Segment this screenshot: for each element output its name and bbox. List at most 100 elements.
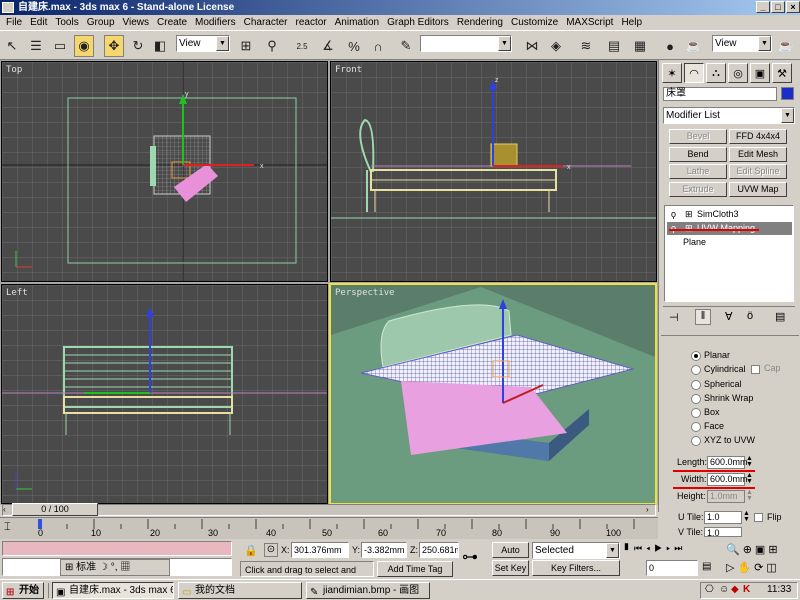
track-bar[interactable]: ⌶ 0 10 20 30 40 50 60 70 80 90 100 [0, 517, 658, 539]
spinner-snap-icon[interactable]: % [344, 35, 364, 57]
zoom-extents-all-icon[interactable]: ⊞ [768, 544, 780, 556]
arc-rotate-icon[interactable]: ⟳ [754, 562, 766, 574]
radio-shrink-wrap[interactable]: Shrink Wrap [691, 392, 753, 404]
menu-views[interactable]: Views [119, 17, 154, 28]
key-selection-dropdown[interactable]: Selected ▼ [532, 542, 620, 559]
absolute-mode-icon[interactable]: ⊙ [264, 543, 278, 557]
remove-modifier-icon[interactable]: ö [747, 310, 753, 322]
utile-field[interactable]: 1.0 [704, 511, 742, 524]
select-move-icon[interactable]: ✥ [104, 35, 124, 57]
menu-tools[interactable]: Tools [51, 17, 82, 28]
current-frame-field[interactable]: 0 [646, 560, 698, 576]
ime-bar[interactable]: ⊞ 标准 ☽ °, ▦ [60, 559, 170, 576]
viewport-left[interactable]: Left [1, 284, 328, 504]
mini-curve-editor-icon[interactable]: ⌶ [4, 521, 11, 534]
maximize-viewport-icon[interactable]: ◫ [766, 562, 779, 574]
prev-key-icon[interactable]: ◂ [646, 543, 654, 553]
viewport-top[interactable]: x y Top [1, 61, 328, 282]
vtile-field[interactable]: 1.0 [704, 527, 742, 537]
menu-edit[interactable]: Edit [26, 17, 51, 28]
schematic-view-icon[interactable]: ▦ [630, 35, 650, 57]
menu-customize[interactable]: Customize [507, 17, 562, 28]
expand-icon[interactable]: ⊞ [685, 208, 693, 221]
zoom-all-icon[interactable]: ⊕ [743, 544, 755, 556]
mirror-icon[interactable]: ⋈ [522, 35, 542, 57]
viewport-label-front[interactable]: Front [335, 65, 362, 75]
uvw-map-button[interactable]: UVW Map [729, 182, 787, 197]
menu-rendering[interactable]: Rendering [453, 17, 507, 28]
x-coord-field[interactable]: 301.376mm [291, 542, 349, 558]
rect-selection-icon[interactable]: ▭ [50, 35, 70, 57]
select-object-icon[interactable]: ↖ [2, 35, 22, 57]
play-icon[interactable]: ▶ [654, 543, 666, 553]
key-icon[interactable]: ⊶ [462, 547, 478, 567]
angle-snap-icon[interactable]: 2.5 [292, 35, 312, 57]
select-link-icon[interactable]: ⚲ [262, 35, 282, 57]
set-key-button[interactable]: Set Key [492, 560, 529, 576]
object-color-swatch[interactable] [781, 87, 794, 100]
set-key-mode-icon[interactable]: ▮ [624, 541, 632, 555]
radio-planar[interactable]: Planar [691, 349, 730, 361]
time-slider-thumb[interactable]: 0 / 100 [12, 503, 98, 516]
zoom-extents-icon[interactable]: ▣ [755, 544, 768, 556]
select-by-name-icon[interactable]: ☰ [26, 35, 46, 57]
time-slider-track[interactable] [2, 504, 656, 516]
tray-icon-2[interactable]: ☺ [719, 584, 729, 595]
menu-maxscript[interactable]: MAXScript [562, 17, 617, 28]
goto-start-icon[interactable]: ⏮ [634, 543, 646, 553]
stack-item-plane[interactable]: Plane [667, 236, 792, 249]
start-button[interactable]: ⊞ 开始 [2, 582, 44, 599]
height-spinner-icon[interactable]: ▲ ▼ [746, 489, 753, 502]
show-end-result-icon[interactable]: ‖ [695, 309, 711, 325]
task-paint[interactable]: ✎ jiandimian.bmp - 画图 [306, 582, 430, 599]
auto-key-button[interactable]: Auto Key [492, 542, 529, 569]
curve-editor-icon[interactable]: ▤ [604, 35, 624, 57]
layer-manager-icon[interactable]: ≋ [576, 35, 596, 57]
tray-icon-1[interactable]: ⎔ [705, 584, 714, 595]
length-field[interactable]: 600.0mm [707, 456, 748, 469]
viewport-front[interactable]: x z Front [330, 61, 657, 282]
object-name-field[interactable]: 床罩 [663, 87, 777, 101]
menu-animation[interactable]: Animation [331, 17, 383, 28]
configure-sets-icon[interactable]: ▤ [775, 310, 785, 323]
pivot-center-icon[interactable]: ⊞ [236, 35, 256, 57]
zoom-icon[interactable]: 🔍 [726, 544, 743, 556]
z-coord-field[interactable]: 250.681m [419, 542, 459, 558]
task-3dsmax[interactable]: ▣自建床.max - 3ds max 6 ... [52, 582, 174, 599]
stack-item-simcloth3[interactable]: ϙ ⊞ SimCloth3 [667, 208, 792, 221]
key-filters-button[interactable]: Key Filters... [532, 560, 620, 576]
height-field[interactable]: 1.0mm [707, 490, 745, 503]
radio-spherical[interactable]: Spherical [691, 378, 742, 390]
pan-icon[interactable]: ✋ [737, 562, 754, 574]
lathe-button[interactable]: Lathe [669, 164, 727, 179]
lightbulb-icon[interactable]: ϙ [671, 208, 676, 221]
bend-button[interactable]: Bend [669, 147, 727, 162]
create-tab-icon[interactable]: ✶ [662, 63, 682, 83]
utile-spinner-icon[interactable]: ▲ ▼ [743, 510, 750, 523]
time-config-icon[interactable]: ▤ [702, 561, 711, 572]
width-field[interactable]: 600.0mm [707, 473, 748, 486]
make-unique-icon[interactable]: ∀ [725, 310, 733, 323]
goto-end-icon[interactable]: ⏭ [674, 543, 686, 553]
menu-character[interactable]: Character [240, 17, 292, 28]
radio-xyz-to-uvw[interactable]: XYZ to UVW [691, 434, 755, 446]
ffd-button[interactable]: FFD 4x4x4 [729, 129, 787, 144]
align-icon[interactable]: ◈ [546, 35, 566, 57]
percent-snap-icon[interactable]: ∡ [318, 35, 338, 57]
motion-tab-icon[interactable]: ◎ [728, 63, 748, 83]
radio-cylindrical[interactable]: Cylindrical [691, 363, 746, 375]
viewport-label-perspective[interactable]: Perspective [335, 288, 395, 298]
width-spinner-icon[interactable]: ▲ ▼ [746, 472, 753, 485]
fov-icon[interactable]: ▷ [726, 562, 737, 574]
menu-reactor[interactable]: reactor [292, 17, 331, 28]
menu-create[interactable]: Create [153, 17, 191, 28]
modifier-list-dropdown[interactable]: Modifier List ▼ [663, 107, 795, 124]
ref-coord-dropdown[interactable]: View ▼ [176, 35, 230, 52]
add-time-tag-button[interactable]: Add Time Tag [377, 561, 453, 577]
menu-graph-editors[interactable]: Graph Editors [383, 17, 453, 28]
viewport-label-top[interactable]: Top [6, 65, 22, 75]
menu-help[interactable]: Help [617, 17, 646, 28]
menu-modifiers[interactable]: Modifiers [191, 17, 240, 28]
quick-render-icon[interactable]: ☕ [776, 35, 796, 57]
menu-group[interactable]: Group [83, 17, 119, 28]
